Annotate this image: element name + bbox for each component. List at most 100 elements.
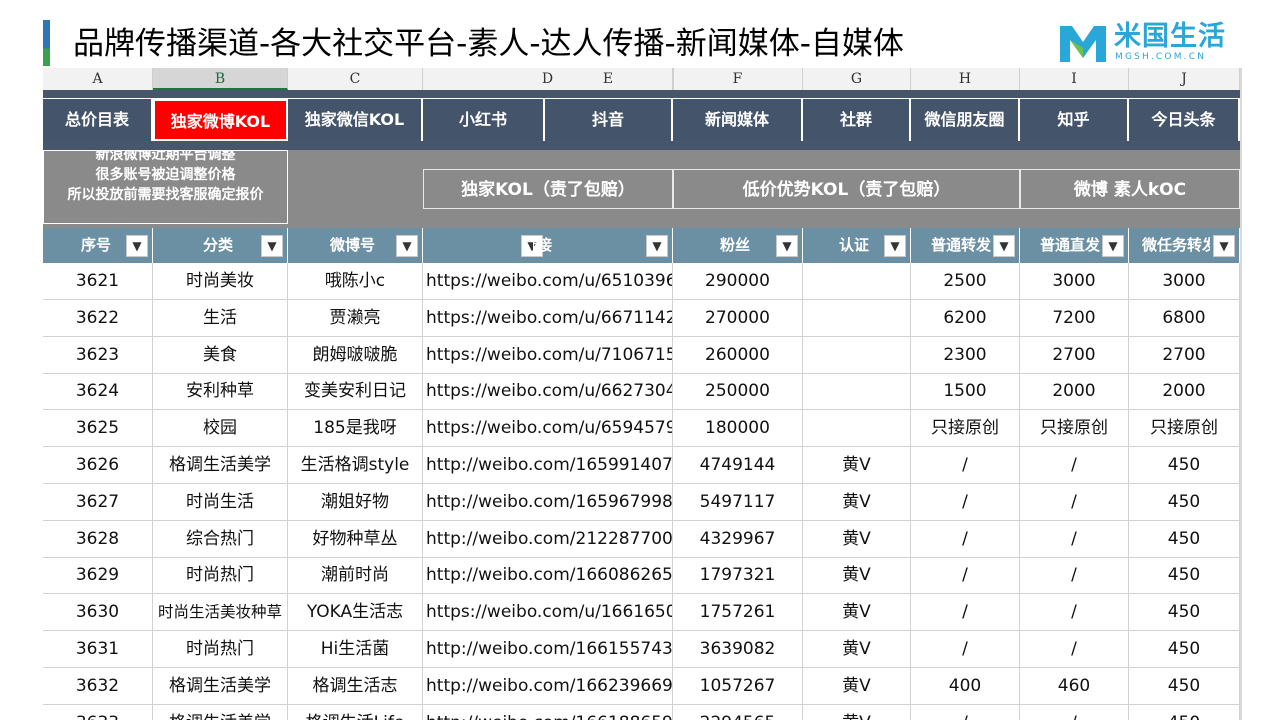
- cell-micro-task-price[interactable]: 450: [1129, 483, 1240, 521]
- table-row[interactable]: 3622 生活 贾濑亮 https://weibo.com/u/66711422 270…: [43, 299, 1240, 337]
- cell-link[interactable]: http://weibo.com/1659914074: [423, 447, 673, 484]
- cell-direct-price[interactable]: /: [1020, 557, 1129, 595]
- cell-verification[interactable]: 黄V: [803, 557, 911, 595]
- column-letter-c[interactable]: C: [288, 68, 423, 90]
- column-letter-h[interactable]: H: [911, 68, 1020, 90]
- cell-repost-price[interactable]: /: [911, 520, 1020, 558]
- cell-followers[interactable]: 1757261: [673, 594, 803, 632]
- column-letter-j[interactable]: J: [1129, 68, 1240, 90]
- cell-index[interactable]: 3623: [43, 336, 153, 374]
- table-row[interactable]: 3625 校园 185是我呀 https://weibo.com/u/65945796…: [43, 410, 1240, 448]
- cell-index[interactable]: 3631: [43, 631, 153, 668]
- column-letter-e[interactable]: E: [543, 68, 673, 90]
- tab-zhihu[interactable]: 知乎: [1020, 99, 1129, 141]
- cell-link[interactable]: http://weibo.com/2122877001: [423, 520, 673, 558]
- cell-index[interactable]: 3625: [43, 410, 153, 448]
- table-row[interactable]: 3626 格调生活美学 生活格调style http://weibo.com/1659…: [43, 447, 1240, 484]
- dropdown-arrow-icon[interactable]: ▼: [646, 235, 668, 257]
- cell-followers[interactable]: 270000: [673, 299, 803, 337]
- cell-category[interactable]: 生活: [153, 299, 288, 337]
- dropdown-arrow-icon[interactable]: ▼: [884, 235, 906, 257]
- cell-followers[interactable]: 2294565: [673, 704, 803, 720]
- column-letter-b[interactable]: B: [153, 68, 288, 90]
- cell-direct-price[interactable]: 460: [1020, 667, 1129, 705]
- cell-repost-price[interactable]: 6200: [911, 299, 1020, 337]
- cell-followers[interactable]: 3639082: [673, 631, 803, 668]
- cell-link[interactable]: https://weibo.com/u/66711422: [423, 299, 673, 337]
- cell-account[interactable]: 格调生活志: [288, 667, 423, 705]
- dropdown-arrow-icon[interactable]: ▼: [261, 235, 283, 257]
- cell-verification[interactable]: 黄V: [803, 447, 911, 484]
- dropdown-arrow-icon[interactable]: ▼: [1213, 235, 1235, 257]
- cell-verification[interactable]: 黄V: [803, 483, 911, 521]
- cell-micro-task-price[interactable]: 3000: [1129, 263, 1240, 300]
- cell-category[interactable]: 综合热门: [153, 520, 288, 558]
- cell-index[interactable]: 3633: [43, 704, 153, 720]
- column-letter-g[interactable]: G: [803, 68, 911, 90]
- cell-micro-task-price[interactable]: 450: [1129, 631, 1240, 668]
- cell-link[interactable]: http://weibo.com/1660862654: [423, 557, 673, 595]
- cell-followers[interactable]: 260000: [673, 336, 803, 374]
- cell-micro-task-price[interactable]: 只接原创: [1129, 410, 1240, 448]
- dropdown-arrow-icon[interactable]: ▼: [776, 235, 798, 257]
- cell-verification[interactable]: [803, 263, 911, 300]
- cell-micro-task-price[interactable]: 450: [1129, 520, 1240, 558]
- cell-verification[interactable]: [803, 336, 911, 374]
- cell-direct-price[interactable]: /: [1020, 594, 1129, 632]
- column-letter-f[interactable]: F: [673, 68, 803, 90]
- cell-direct-price[interactable]: 2700: [1020, 336, 1129, 374]
- cell-index[interactable]: 3627: [43, 483, 153, 521]
- tab-weibo-kol[interactable]: 独家微博KOL: [153, 99, 288, 141]
- cell-followers[interactable]: 1057267: [673, 667, 803, 705]
- cell-account[interactable]: 好物种草丛: [288, 520, 423, 558]
- cell-category[interactable]: 格调生活美学: [153, 704, 288, 720]
- cell-index[interactable]: 3624: [43, 373, 153, 411]
- dropdown-arrow-icon[interactable]: ▼: [1102, 235, 1124, 257]
- cell-link[interactable]: http://weibo.com/1661557430: [423, 631, 673, 668]
- tab-toutiao[interactable]: 今日头条: [1129, 99, 1240, 141]
- cell-link[interactable]: http://weibo.com/1662396692: [423, 667, 673, 705]
- cell-link[interactable]: https://weibo.com/u/71067156: [423, 336, 673, 374]
- column-letter-a[interactable]: A: [43, 68, 153, 90]
- cell-micro-task-price[interactable]: 450: [1129, 704, 1240, 720]
- tab-price-list[interactable]: 总价目表: [43, 99, 153, 141]
- cell-direct-price[interactable]: /: [1020, 704, 1129, 720]
- cell-followers[interactable]: 4749144: [673, 447, 803, 484]
- cell-followers[interactable]: 180000: [673, 410, 803, 448]
- cell-index[interactable]: 3622: [43, 299, 153, 337]
- cell-category[interactable]: 校园: [153, 410, 288, 448]
- cell-account[interactable]: 生活格调style: [288, 447, 423, 484]
- cell-link[interactable]: https://weibo.com/u/65945796: [423, 410, 673, 448]
- cell-followers[interactable]: 250000: [673, 373, 803, 411]
- cell-verification[interactable]: [803, 299, 911, 337]
- cell-verification[interactable]: 黄V: [803, 631, 911, 668]
- table-row[interactable]: 3632 格调生活美学 格调生活志 http://weibo.com/16623966…: [43, 667, 1240, 705]
- cell-link[interactable]: http://weibo.com/1659679980: [423, 483, 673, 521]
- cell-index[interactable]: 3621: [43, 263, 153, 300]
- table-row[interactable]: 3631 时尚热门 Hi生活菌 http://weibo.com/1661557430…: [43, 631, 1240, 668]
- cell-followers[interactable]: 5497117: [673, 483, 803, 521]
- cell-micro-task-price[interactable]: 2000: [1129, 373, 1240, 411]
- cell-category[interactable]: 安利种草: [153, 373, 288, 411]
- cell-index[interactable]: 3629: [43, 557, 153, 595]
- cell-repost-price[interactable]: 400: [911, 667, 1020, 705]
- table-row[interactable]: 3623 美食 朗姆啵啵脆 https://weibo.com/u/71067156 2…: [43, 336, 1240, 374]
- cell-account[interactable]: 潮前时尚: [288, 557, 423, 595]
- cell-followers[interactable]: 290000: [673, 263, 803, 300]
- tab-community[interactable]: 社群: [803, 99, 911, 141]
- table-row[interactable]: 3630 时尚生活美妆种草 YOKA生活志 https://weibo.com/u/1…: [43, 594, 1240, 632]
- cell-account[interactable]: 朗姆啵啵脆: [288, 336, 423, 374]
- cell-account[interactable]: 变美安利日记: [288, 373, 423, 411]
- cell-repost-price[interactable]: 2300: [911, 336, 1020, 374]
- cell-micro-task-price[interactable]: 450: [1129, 447, 1240, 484]
- table-row[interactable]: 3629 时尚热门 潮前时尚 http://weibo.com/1660862654 1…: [43, 557, 1240, 595]
- cell-direct-price[interactable]: /: [1020, 447, 1129, 484]
- cell-category[interactable]: 时尚美妆: [153, 263, 288, 300]
- cell-index[interactable]: 3632: [43, 667, 153, 705]
- cell-followers[interactable]: 4329967: [673, 520, 803, 558]
- cell-verification[interactable]: 黄V: [803, 520, 911, 558]
- table-row[interactable]: 3621 时尚美妆 哦陈小c https://weibo.com/u/65103969…: [43, 263, 1240, 300]
- table-row[interactable]: 3624 安利种草 变美安利日记 https://weibo.com/u/662730…: [43, 373, 1240, 411]
- cell-repost-price[interactable]: 只接原创: [911, 410, 1020, 448]
- cell-category[interactable]: 格调生活美学: [153, 447, 288, 484]
